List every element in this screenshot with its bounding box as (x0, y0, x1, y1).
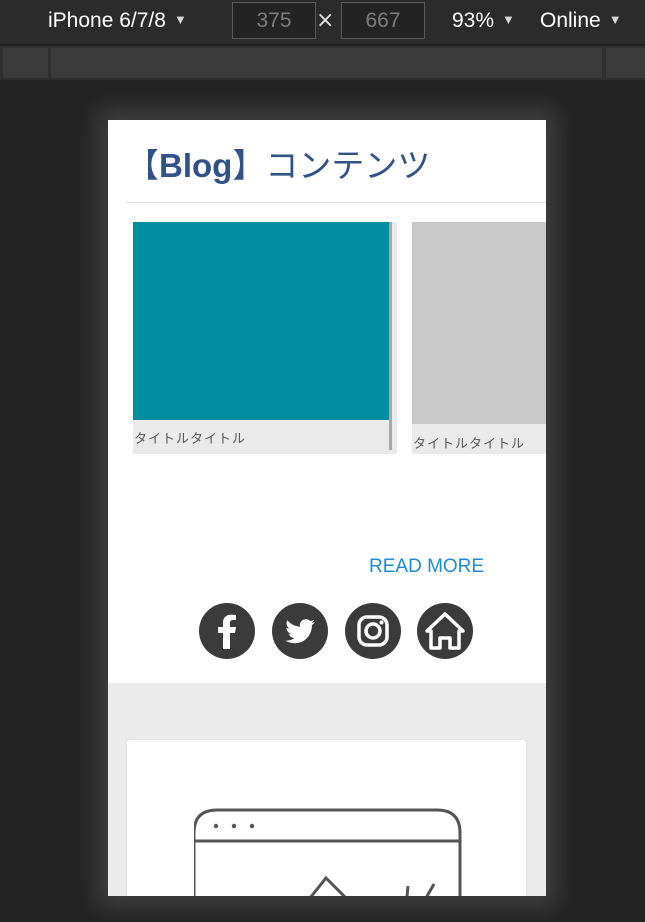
width-input[interactable] (232, 2, 316, 39)
media-query-bar (0, 46, 645, 80)
zoom-select[interactable]: 93% ▼ (452, 7, 515, 34)
dimension-times: × (316, 8, 335, 33)
blog-card-thumbnail (412, 222, 546, 424)
blog-card[interactable]: タイトルタイトル (133, 222, 397, 454)
network-select[interactable]: Online ▼ (540, 7, 622, 34)
device-caret-icon: ▼ (173, 12, 187, 27)
device-toolbar: iPhone 6/7/8 ▼ × 93% ▼ Online ▼ (0, 0, 645, 45)
device-viewport: 【Blog】コンテンツ タイトルタイトル タイトルタイトル READ MORE (108, 120, 546, 896)
media-query-segment[interactable] (3, 48, 48, 78)
media-query-segment[interactable] (606, 48, 645, 78)
device-select[interactable]: iPhone 6/7/8 ▼ (48, 7, 187, 34)
blog-card-thumbnail (133, 222, 389, 420)
network-label: Online (540, 9, 601, 32)
zoom-caret-icon: ▼ (502, 12, 515, 27)
facebook-icon[interactable] (199, 603, 255, 659)
page-title: 【Blog】コンテンツ (126, 146, 430, 186)
browser-illustration-icon (194, 808, 462, 896)
title-bracket-open: 【 (126, 146, 159, 185)
blog-card-title: タイトルタイトル (413, 437, 526, 452)
title-rest: コンテンツ (265, 146, 431, 185)
height-input[interactable] (341, 2, 425, 39)
content-panel (127, 740, 526, 896)
home-icon[interactable] (417, 603, 473, 659)
blog-card-title: タイトルタイトル (134, 432, 247, 447)
device-label: iPhone 6/7/8 (48, 9, 166, 32)
zoom-label: 93% (452, 9, 495, 32)
media-query-segment[interactable] (51, 48, 602, 78)
network-caret-icon: ▼ (608, 12, 622, 27)
title-divider (126, 202, 546, 203)
card-scrollbar[interactable] (389, 222, 392, 450)
blog-card[interactable]: タイトルタイトル (412, 222, 546, 454)
twitter-icon[interactable] (272, 603, 328, 659)
title-blog: Blog (159, 147, 233, 184)
instagram-icon[interactable] (345, 603, 401, 659)
read-more-link[interactable]: READ MORE (369, 556, 484, 578)
content-section (108, 683, 546, 896)
title-bracket-close: 】 (232, 146, 266, 185)
